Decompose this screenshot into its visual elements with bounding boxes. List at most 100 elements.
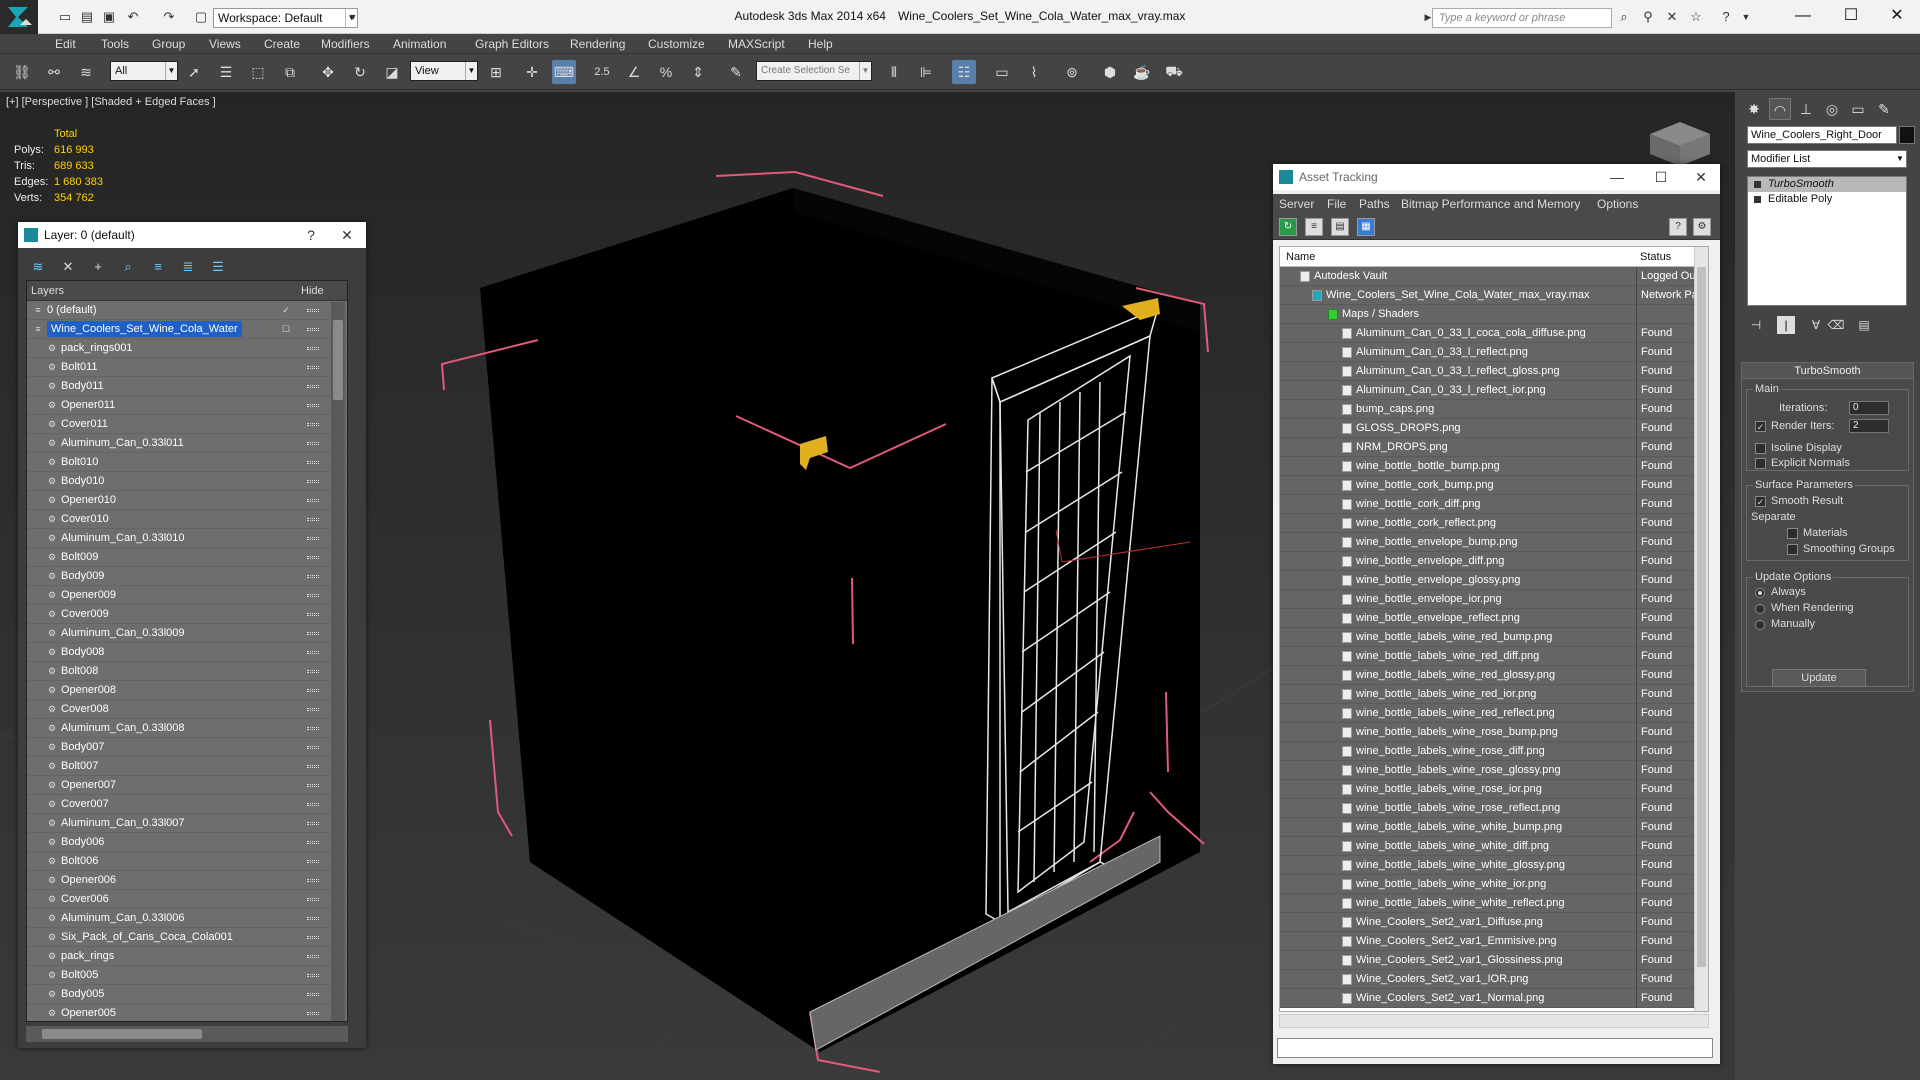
workspace-more-icon[interactable]: ▼: [344, 8, 362, 26]
asset-row[interactable]: wine_bottle_labels_wine_rose_diff.png Fou…: [1280, 742, 1708, 761]
layer-row[interactable]: ⚙ Cover006: [27, 890, 347, 909]
create-layer-icon[interactable]: ≋: [26, 256, 50, 278]
asset-row[interactable]: wine_bottle_labels_wine_red_ior.png Found: [1280, 685, 1708, 704]
asset-row[interactable]: Wine_Coolers_Set2_var1_Glossiness.png Fou…: [1280, 951, 1708, 970]
hide-toggle[interactable]: [307, 936, 319, 939]
menu-graph-editors[interactable]: Graph Editors: [475, 37, 549, 51]
status-column-header[interactable]: Status: [1640, 251, 1671, 263]
scrollbar-thumb[interactable]: [333, 320, 343, 400]
hide-toggle[interactable]: [307, 461, 319, 464]
layer-row[interactable]: ⚙ Opener005: [27, 1004, 347, 1021]
object-color-swatch[interactable]: [1899, 126, 1915, 144]
select-and-link-icon[interactable]: ⛓: [10, 60, 34, 84]
asset-row[interactable]: wine_bottle_envelope_ior.png Found: [1280, 590, 1708, 609]
named-selection-set-select[interactable]: Create Selection Se ▼: [756, 61, 872, 81]
edit-named-selection-icon[interactable]: ✎: [724, 60, 748, 84]
hide-toggle[interactable]: [307, 727, 319, 730]
maximize-button[interactable]: ☐: [1828, 0, 1874, 34]
add-to-layer-icon[interactable]: +: [86, 256, 110, 278]
layer-row[interactable]: ⚙ Six_Pack_of_Cans_Coca_Cola001: [27, 928, 347, 947]
select-objects-in-layer-icon[interactable]: ⌕: [116, 256, 140, 278]
layer-row[interactable]: ⚙ Cover008: [27, 700, 347, 719]
scrollbar-thumb[interactable]: [42, 1029, 202, 1039]
layer-row[interactable]: ⚙ Opener008: [27, 681, 347, 700]
asset-row[interactable]: NRM_DROPS.png Found: [1280, 438, 1708, 457]
asset-row[interactable]: wine_bottle_envelope_glossy.png Found: [1280, 571, 1708, 590]
layer-row[interactable]: ≡ 0 (default) ✓: [27, 301, 347, 320]
asset-row[interactable]: GLOSS_DROPS.png Found: [1280, 419, 1708, 438]
asset-row[interactable]: Wine_Coolers_Set_Wine_Cola_Water_max_vra…: [1280, 286, 1708, 305]
asset-row[interactable]: wine_bottle_cork_bump.png Found: [1280, 476, 1708, 495]
hide-toggle[interactable]: [307, 879, 319, 882]
modifier-list-select[interactable]: Modifier List ▼: [1747, 150, 1907, 168]
viewport-label[interactable]: [+] [Perspective ] [Shaded + Edged Faces…: [6, 96, 216, 108]
menu-animation[interactable]: Animation: [393, 37, 446, 51]
select-manipulate-icon[interactable]: ✛: [520, 60, 544, 84]
layers-column-header[interactable]: Layers: [31, 285, 64, 297]
layer-row[interactable]: ⚙ Body005: [27, 985, 347, 1004]
layer-row[interactable]: ⚙ Opener007: [27, 776, 347, 795]
asset-dialog-titlebar[interactable]: Asset Tracking — ☐ ✕: [1273, 164, 1720, 190]
asset-row[interactable]: wine_bottle_cork_reflect.png Found: [1280, 514, 1708, 533]
isoline-checkbox[interactable]: [1755, 443, 1766, 454]
asset-row[interactable]: Maps / Shaders: [1280, 305, 1708, 324]
layer-row[interactable]: ⚙ Opener006: [27, 871, 347, 890]
help-dropdown-icon[interactable]: ▼: [1738, 9, 1754, 25]
asset-row[interactable]: Autodesk Vault Logged Out: [1280, 267, 1708, 286]
hide-toggle[interactable]: [307, 575, 319, 578]
layer-row[interactable]: ⚙ Body007: [27, 738, 347, 757]
hide-toggle[interactable]: [307, 442, 319, 445]
asset-row[interactable]: wine_bottle_bottle_bump.png Found: [1280, 457, 1708, 476]
hide-toggle[interactable]: [307, 385, 319, 388]
asset-row[interactable]: Wine_Coolers_Set2_var1_IOR.png Found: [1280, 970, 1708, 989]
asset-menu-server[interactable]: Server: [1279, 197, 1314, 211]
asset-row[interactable]: Aluminum_Can_0_33_l_reflect.png Found: [1280, 343, 1708, 362]
hierarchy-tab-icon[interactable]: ⊥: [1795, 98, 1817, 120]
render-production-icon[interactable]: ⛟: [1162, 60, 1186, 84]
create-tab-icon[interactable]: ✸: [1743, 98, 1765, 120]
layer-row[interactable]: ⚙ Bolt005: [27, 966, 347, 985]
asset-row[interactable]: wine_bottle_labels_wine_rose_ior.png Foun…: [1280, 780, 1708, 799]
hide-toggle[interactable]: [307, 974, 319, 977]
hide-toggle[interactable]: [307, 556, 319, 559]
material-editor-icon[interactable]: ⬢: [1098, 60, 1122, 84]
layer-row[interactable]: ⚙ Body011: [27, 377, 347, 396]
window-crossing-icon[interactable]: ⧉: [278, 60, 302, 84]
layer-row[interactable]: ⚙ Bolt006: [27, 852, 347, 871]
favorites-star-icon[interactable]: ☆: [1688, 9, 1704, 25]
layer-properties-icon[interactable]: ☰: [206, 256, 230, 278]
layer-row[interactable]: ⚙ Bolt010: [27, 453, 347, 472]
layer-row[interactable]: ⚙ Body009: [27, 567, 347, 586]
layer-row[interactable]: ⚙ pack_rings: [27, 947, 347, 966]
asset-row[interactable]: wine_bottle_cork_diff.png Found: [1280, 495, 1708, 514]
asset-row[interactable]: wine_bottle_envelope_reflect.png Found: [1280, 609, 1708, 628]
hide-toggle[interactable]: [307, 784, 319, 787]
select-and-move-icon[interactable]: ✥: [316, 60, 340, 84]
rollout-header[interactable]: TurboSmooth: [1742, 363, 1913, 379]
delete-layer-icon[interactable]: ✕: [56, 256, 80, 278]
hide-toggle[interactable]: [307, 613, 319, 616]
layer-row[interactable]: ⚙ Aluminum_Can_0.33l006: [27, 909, 347, 928]
layer-row[interactable]: ⚙ Cover011: [27, 415, 347, 434]
unlink-icon[interactable]: ⚯: [42, 60, 66, 84]
hide-toggle[interactable]: [307, 955, 319, 958]
hide-toggle[interactable]: [307, 860, 319, 863]
asset-row[interactable]: wine_bottle_labels_wine_white_bump.png Fo…: [1280, 818, 1708, 837]
explicit-normals-checkbox[interactable]: [1755, 458, 1766, 469]
curve-editor-icon[interactable]: ⌇: [1022, 60, 1046, 84]
asset-row[interactable]: wine_bottle_envelope_diff.png Found: [1280, 552, 1708, 571]
hide-toggle[interactable]: [307, 594, 319, 597]
graphite-ribbon-icon[interactable]: ▭: [990, 60, 1014, 84]
settings-icon[interactable]: ⚙: [1693, 218, 1711, 236]
asset-row[interactable]: wine_bottle_labels_wine_red_glossy.png Fo…: [1280, 666, 1708, 685]
motion-tab-icon[interactable]: ◎: [1821, 98, 1843, 120]
menu-views[interactable]: Views: [209, 37, 241, 51]
layer-row[interactable]: ≡ Wine_Coolers_Set_Wine_Cola_Water ☐: [27, 320, 347, 339]
name-column-header[interactable]: Name: [1286, 251, 1315, 263]
asset-row[interactable]: wine_bottle_labels_wine_white_diff.png Fo…: [1280, 837, 1708, 856]
lightbulb-icon[interactable]: [1754, 181, 1761, 188]
open-file-icon[interactable]: ▤: [78, 8, 96, 26]
smoothing-groups-checkbox[interactable]: [1787, 544, 1798, 555]
asset-row[interactable]: wine_bottle_labels_wine_rose_reflect.png…: [1280, 799, 1708, 818]
hide-toggle[interactable]: [307, 898, 319, 901]
